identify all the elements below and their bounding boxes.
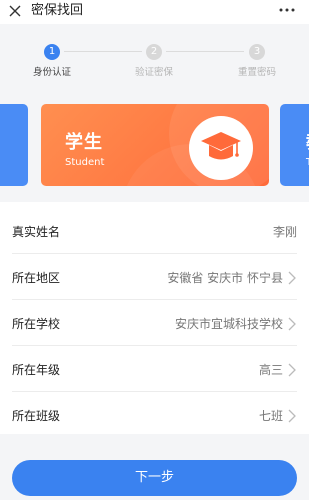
form-row-region[interactable]: 所在地区 安徽省 安庆市 怀宁县 xyxy=(12,254,297,300)
form-label: 真实姓名 xyxy=(12,225,61,239)
graduation-cap-icon xyxy=(189,116,253,180)
step-number: 3 xyxy=(249,44,265,60)
close-icon[interactable] xyxy=(6,2,24,20)
identity-form: 真实姓名 李刚 所在地区 安徽省 安庆市 怀宁县 所在学校 安庆市宜城科技学校 … xyxy=(0,202,309,434)
role-card-student[interactable]: 学生 Student xyxy=(41,104,269,186)
form-label: 所在年级 xyxy=(12,363,61,377)
form-label: 所在地区 xyxy=(12,271,61,285)
role-card-title: 教 xyxy=(306,128,309,154)
form-value: 安庆市宜城科技学校 xyxy=(174,317,283,331)
role-carousel: 学生 Student 教 T xyxy=(0,96,309,202)
chevron-right-icon xyxy=(288,363,296,377)
step-3: 3 重置密码 xyxy=(222,44,292,78)
form-row-class[interactable]: 所在班级 七班 xyxy=(12,392,297,438)
chevron-right-icon xyxy=(288,271,296,285)
next-button[interactable]: 下一步 xyxy=(12,460,297,496)
form-value: 李刚 xyxy=(272,225,297,239)
role-card-title: 学生 xyxy=(65,132,103,153)
step-label: 验证密保 xyxy=(134,67,173,78)
step-number: 2 xyxy=(146,44,162,60)
form-label: 所在班级 xyxy=(12,409,61,423)
form-value: 安徽省 安庆市 怀宁县 xyxy=(167,271,283,285)
form-label: 所在学校 xyxy=(12,317,61,331)
step-2: 2 验证密保 xyxy=(119,44,189,78)
footer: 下一步 xyxy=(0,434,309,500)
chevron-right-icon xyxy=(288,409,296,423)
step-label: 身份认证 xyxy=(32,67,71,78)
step-indicator: 1 身份认证 2 验证密保 3 重置密码 xyxy=(0,24,309,96)
form-value: 七班 xyxy=(258,409,283,423)
form-value: 高三 xyxy=(258,363,283,377)
step-number: 1 xyxy=(44,44,60,60)
page-title: 密保找回 xyxy=(31,3,84,18)
role-card-subtitle: T xyxy=(306,157,309,168)
role-card-subtitle: Student xyxy=(65,157,105,168)
chevron-right-icon xyxy=(288,317,296,331)
form-row-grade[interactable]: 所在年级 高三 xyxy=(12,346,297,392)
form-row-school[interactable]: 所在学校 安庆市宜城科技学校 xyxy=(12,300,297,346)
more-dots-icon[interactable] xyxy=(277,0,297,20)
form-row-name: 真实姓名 李刚 xyxy=(12,208,297,254)
top-bar: 密保找回 xyxy=(0,0,309,24)
role-card-previous[interactable] xyxy=(0,104,28,186)
step-1: 1 身份认证 xyxy=(17,44,87,78)
step-label: 重置密码 xyxy=(237,67,276,78)
role-card-next[interactable]: 教 T xyxy=(280,104,309,186)
